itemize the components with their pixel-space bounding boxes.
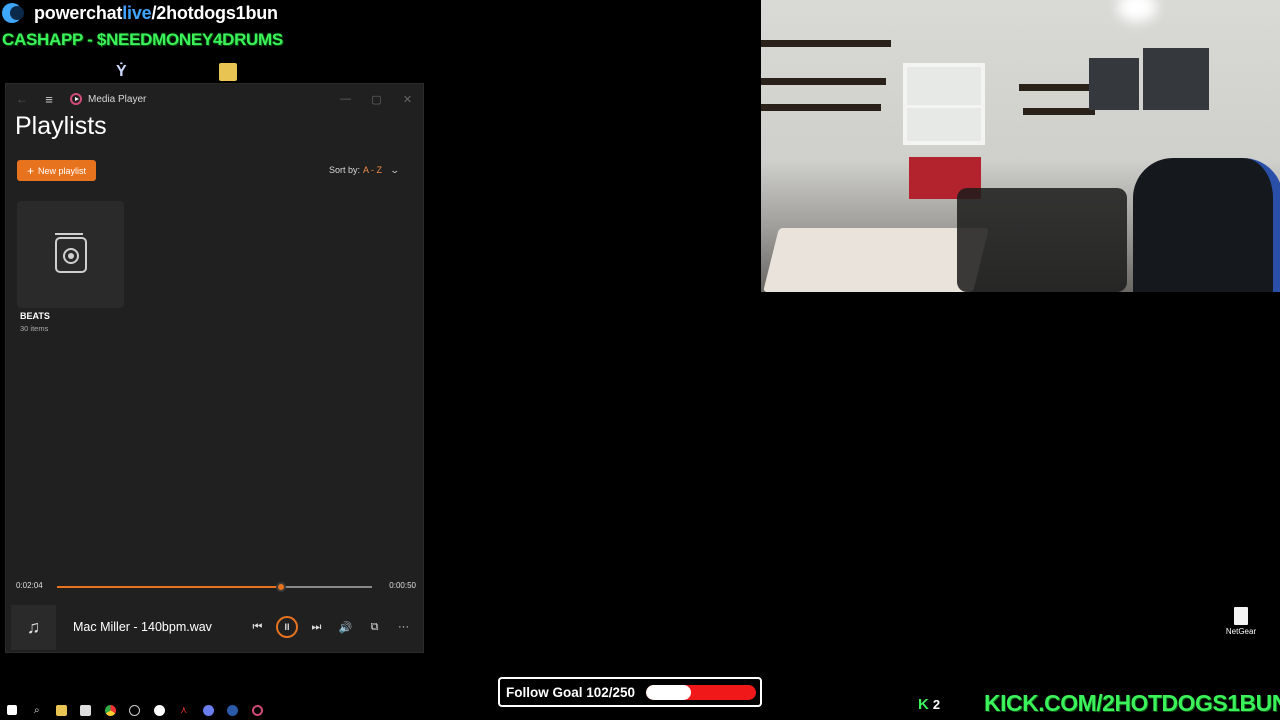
- minimize-icon[interactable]: —: [330, 93, 361, 105]
- new-playlist-label: New playlist: [38, 165, 87, 176]
- kick-url-banner: KICK.COM/2HOTDOGS1BUN: [984, 690, 1280, 716]
- media-player-icon[interactable]: [245, 700, 270, 720]
- room-window: [903, 63, 985, 145]
- playlist-name[interactable]: BEATS: [20, 311, 50, 321]
- brand-text-part-3: /2hotdogs1bun: [151, 2, 278, 23]
- previous-icon[interactable]: ⏮: [243, 621, 272, 634]
- app-icon[interactable]: [74, 700, 99, 720]
- playlist-tile[interactable]: [17, 201, 124, 308]
- now-playing-bar: ♫ Mac Miller - 140bpm.wav ⏮ II ⏭ 🔊 ⧉ ···: [6, 603, 423, 651]
- maximize-icon[interactable]: ▢: [361, 93, 392, 106]
- follow-goal-progress: [646, 684, 691, 700]
- more-options-icon[interactable]: ···: [389, 621, 418, 633]
- steam-icon[interactable]: [221, 700, 246, 720]
- shelf: [1023, 108, 1095, 115]
- powerchat-brand-text: powerchatlive/2hotdogs1bun: [34, 3, 278, 24]
- drum-kit: [957, 188, 1127, 292]
- follow-goal-widget: Follow Goal 102/250: [498, 677, 762, 707]
- kick-viewer-count: K 2: [918, 696, 940, 713]
- seek-track[interactable]: [57, 582, 372, 592]
- current-time: 0:02:04: [16, 581, 43, 590]
- powerchat-logo-icon: [2, 2, 30, 24]
- viewer-count: 2: [932, 697, 941, 712]
- netgear-desktop-shortcut[interactable]: NetGear: [1222, 607, 1260, 636]
- music-note-icon[interactable]: ♫: [11, 604, 56, 650]
- app-red-icon[interactable]: ⋏: [172, 700, 197, 720]
- title-bar: ← ≡ Media Player — ▢ ✕: [6, 84, 423, 114]
- seek-progress: [57, 586, 281, 588]
- chevron-down-icon: ⌄: [389, 165, 401, 175]
- white-circle-app-icon[interactable]: [147, 700, 172, 720]
- seek-bar[interactable]: 0:02:04 0:00:50: [16, 581, 416, 593]
- taskbar: ⌕ ⋏: [0, 700, 275, 720]
- acoustic-panel: [1089, 58, 1139, 110]
- powerchat-brand: powerchatlive/2hotdogs1bun: [2, 2, 278, 24]
- kick-logo-icon: K: [918, 696, 929, 713]
- page-title: Playlists: [15, 112, 107, 140]
- sort-label: Sort by:: [329, 165, 361, 175]
- shelf: [761, 104, 881, 111]
- plus-icon: +: [26, 163, 34, 178]
- playlist-speaker-icon: [54, 232, 87, 273]
- media-player-app-icon: [70, 93, 82, 105]
- windows-start-icon[interactable]: [0, 700, 25, 720]
- chrome-icon[interactable]: [98, 700, 123, 720]
- media-player-window: ← ≡ Media Player — ▢ ✕ Playlists + New p…: [5, 83, 424, 653]
- app-title: Media Player: [88, 93, 147, 105]
- next-icon[interactable]: ⏭: [302, 621, 331, 634]
- new-playlist-button[interactable]: + New playlist: [17, 160, 96, 181]
- discord-icon[interactable]: [196, 700, 221, 720]
- back-arrow-icon[interactable]: ←: [6, 92, 38, 106]
- pause-button[interactable]: II: [276, 616, 298, 638]
- sort-value: A - Z: [363, 165, 383, 175]
- shelf: [1019, 84, 1099, 91]
- follow-goal-text: Follow Goal 102/250: [506, 684, 636, 700]
- file-explorer-icon[interactable]: [49, 700, 74, 720]
- search-icon[interactable]: ⌕: [25, 700, 50, 720]
- shelf: [761, 40, 891, 47]
- desktop-app-shortcut-icon[interactable]: Ẏ: [116, 63, 134, 81]
- playlist-count: 30 items: [20, 324, 49, 333]
- total-time: 0:00:50: [389, 581, 416, 590]
- hamburger-menu-icon[interactable]: ≡: [38, 92, 60, 107]
- webcam-feed: [761, 0, 1280, 292]
- shelf: [761, 78, 886, 85]
- sort-dropdown[interactable]: Sort by: A - Z ⌄: [329, 165, 401, 176]
- follow-goal-bar: [646, 684, 756, 700]
- close-icon[interactable]: ✕: [392, 93, 423, 106]
- ceiling-light: [1117, 0, 1157, 22]
- gaming-chair: [1133, 158, 1280, 292]
- volume-icon[interactable]: 🔊: [331, 621, 360, 634]
- netgear-label: NetGear: [1225, 627, 1257, 636]
- now-playing-title[interactable]: Mac Miller - 140bpm.wav: [73, 620, 243, 634]
- seek-thumb[interactable]: [275, 582, 286, 592]
- obs-icon[interactable]: [123, 700, 148, 720]
- acoustic-panel: [1143, 48, 1209, 110]
- brand-text-part-1: powerchat: [34, 2, 123, 23]
- sticker-desk: [763, 228, 989, 292]
- cashapp-banner: CASHAPP - $NEEDMONEY4DRUMS: [2, 30, 283, 49]
- desktop-folder-icon[interactable]: [219, 63, 237, 81]
- file-icon: [1234, 607, 1248, 625]
- miniplayer-icon[interactable]: ⧉: [360, 621, 389, 634]
- brand-text-part-2: live: [122, 2, 152, 23]
